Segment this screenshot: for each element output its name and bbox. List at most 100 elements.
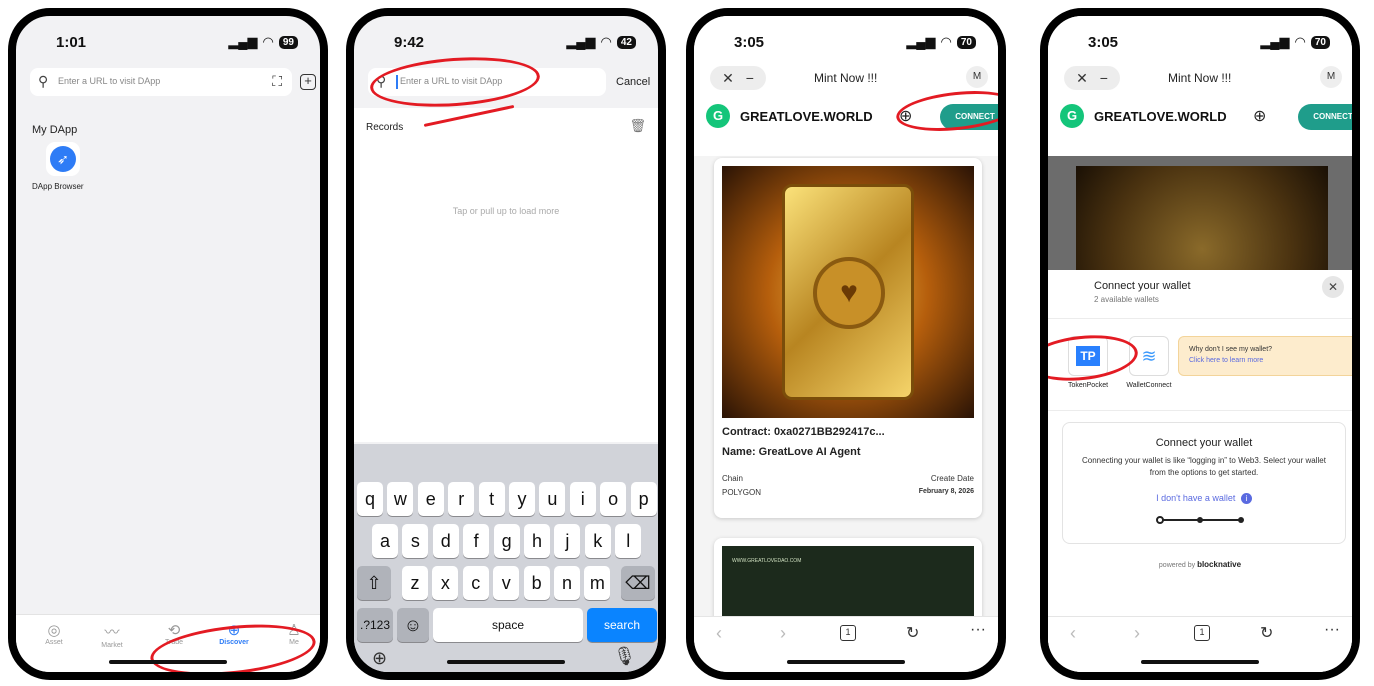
records-panel: Records 🗑 Tap or pull up to load more xyxy=(354,108,658,442)
avatar[interactable]: M xyxy=(1320,66,1342,88)
mic-key[interactable]: 🎙 xyxy=(613,646,636,667)
key-i[interactable]: i xyxy=(569,482,596,516)
home-indicator xyxy=(1141,660,1259,664)
nft-card[interactable]: ♥ Contract: 0xa0271BB292417c... Name: Gr… xyxy=(714,158,982,518)
avatar[interactable]: M xyxy=(966,66,988,88)
key-u[interactable]: u xyxy=(539,482,566,516)
home-indicator xyxy=(787,660,905,664)
language-globe-icon[interactable]: ⊕ xyxy=(1253,106,1266,126)
status-bar: 3:05 ▂▄▆ ◠ 70 xyxy=(1048,16,1352,66)
why-no-wallet-box[interactable]: Why don't I see my wallet? Click here to… xyxy=(1178,336,1352,376)
compass-icon: ➶ xyxy=(46,142,80,176)
key-n[interactable]: n xyxy=(554,566,580,600)
more-icon[interactable]: ··· xyxy=(970,621,986,639)
battery-icon: 70 xyxy=(956,35,976,49)
key-x[interactable]: x xyxy=(432,566,459,600)
globe-key[interactable]: ⊕ xyxy=(372,648,387,669)
modal-title: Connect your wallet xyxy=(1094,280,1191,292)
key-z[interactable]: z xyxy=(402,566,428,600)
reload-icon[interactable]: ↻ xyxy=(1260,623,1273,643)
back-icon[interactable]: ‹ xyxy=(1070,623,1076,644)
key-y[interactable]: y xyxy=(509,482,535,516)
phone-dapp-page: 3:05 ▂▄▆ ◠ 70 ✕ − Mint Now !!! M G GREAT… xyxy=(686,8,1006,680)
key-e[interactable]: e xyxy=(417,482,444,516)
chain-value: POLYGON xyxy=(722,488,761,497)
add-button[interactable]: + xyxy=(300,74,316,90)
scan-icon[interactable]: ⛶ xyxy=(272,73,282,90)
numbers-key[interactable]: .?123 xyxy=(357,608,393,642)
cancel-button[interactable]: Cancel xyxy=(616,76,650,88)
close-icon: ✕ xyxy=(1327,280,1339,294)
home-indicator xyxy=(447,660,565,664)
key-j[interactable]: j xyxy=(554,524,581,558)
status-icons: ▂▄▆ ◠ 70 xyxy=(1260,34,1330,50)
key-b[interactable]: b xyxy=(523,566,550,600)
minimize-icon[interactable]: − xyxy=(746,70,754,86)
battery-icon: 99 xyxy=(278,35,298,49)
key-v[interactable]: v xyxy=(493,566,520,600)
key-d[interactable]: d xyxy=(432,524,459,558)
tab-asset[interactable]: ◎ Asset xyxy=(34,621,74,646)
back-icon[interactable]: ‹ xyxy=(716,623,722,644)
key-p[interactable]: p xyxy=(630,482,657,516)
key-l[interactable]: l xyxy=(615,524,642,558)
close-minimize-pill[interactable]: ✕ − xyxy=(1064,66,1120,90)
more-icon[interactable]: ··· xyxy=(1324,621,1340,639)
contract-text: Contract: 0xa0271BB292417c... xyxy=(722,426,885,438)
key-s[interactable]: s xyxy=(402,524,429,558)
tab-market[interactable]: 〰 Market xyxy=(92,621,132,649)
tabs-button[interactable]: 1 xyxy=(840,625,856,641)
status-icons: ▂▄▆ ◠ 42 xyxy=(566,34,636,50)
forward-icon[interactable]: › xyxy=(780,623,786,644)
records-label: Records xyxy=(366,122,404,133)
key-r[interactable]: r xyxy=(448,482,475,516)
key-f[interactable]: f xyxy=(463,524,490,558)
status-icons: ▂▄▆ ◠ 99 xyxy=(228,34,298,50)
key-q[interactable]: q xyxy=(357,482,383,516)
browser-header: ✕ − Mint Now !!! M G GREATLOVE.WORLD ⊕ C… xyxy=(1048,66,1352,156)
modal-close-button[interactable]: ✕ xyxy=(1322,276,1344,298)
tabs-button[interactable]: 1 xyxy=(1194,625,1210,641)
info-icon: i xyxy=(1240,493,1252,504)
site-name: GREATLOVE.WORLD xyxy=(740,109,873,124)
shift-key[interactable]: ⇧ xyxy=(357,566,391,600)
key-g[interactable]: g xyxy=(493,524,520,558)
key-t[interactable]: t xyxy=(478,482,505,516)
connect-button[interactable]: CONNECT xyxy=(1298,104,1352,130)
home-indicator xyxy=(109,660,227,664)
minimize-icon[interactable]: − xyxy=(1100,70,1108,86)
signal-icon: ▂▄▆ xyxy=(566,34,596,49)
emoji-key[interactable]: ☺ xyxy=(397,608,429,642)
key-c[interactable]: c xyxy=(462,566,489,600)
key-o[interactable]: o xyxy=(600,482,627,516)
reload-icon[interactable]: ↻ xyxy=(906,623,919,643)
close-icon[interactable]: ✕ xyxy=(1076,70,1088,86)
signal-icon: ▂▄▆ xyxy=(228,34,258,49)
search-input[interactable]: Enter a URL to visit DApp xyxy=(58,76,160,86)
no-wallet-link[interactable]: I don't have a wallet i xyxy=(1063,493,1345,504)
powered-by: powered by blocknative xyxy=(1158,560,1242,569)
search-bar[interactable]: ⚲ Enter a URL to visit DApp ⛶ xyxy=(30,68,292,96)
blocknative-brand: blocknative xyxy=(1197,560,1242,569)
dapp-browser-tile[interactable]: ➶ DApp Browser xyxy=(32,142,88,202)
progress-steps xyxy=(1156,516,1244,524)
key-m[interactable]: m xyxy=(584,566,611,600)
key-w[interactable]: w xyxy=(387,482,414,516)
close-icon[interactable]: ✕ xyxy=(722,70,734,86)
status-icons: ▂▄▆ ◠ 70 xyxy=(906,34,976,50)
divider xyxy=(1048,410,1352,411)
trash-icon[interactable]: 🗑 xyxy=(629,118,646,134)
signal-icon: ▂▄▆ xyxy=(1260,34,1290,49)
wifi-icon: ◠ xyxy=(940,34,952,49)
backspace-key[interactable]: ⌫ xyxy=(621,566,655,600)
load-more-text: Tap or pull up to load more xyxy=(452,206,560,216)
key-k[interactable]: k xyxy=(584,524,611,558)
search-key[interactable]: search xyxy=(587,608,657,642)
divider xyxy=(1048,318,1352,319)
status-time: 9:42 xyxy=(394,34,425,51)
key-h[interactable]: h xyxy=(524,524,550,558)
key-a[interactable]: a xyxy=(372,524,398,558)
close-minimize-pill[interactable]: ✕ − xyxy=(710,66,766,90)
space-key[interactable]: space xyxy=(433,608,583,642)
forward-icon[interactable]: › xyxy=(1134,623,1140,644)
